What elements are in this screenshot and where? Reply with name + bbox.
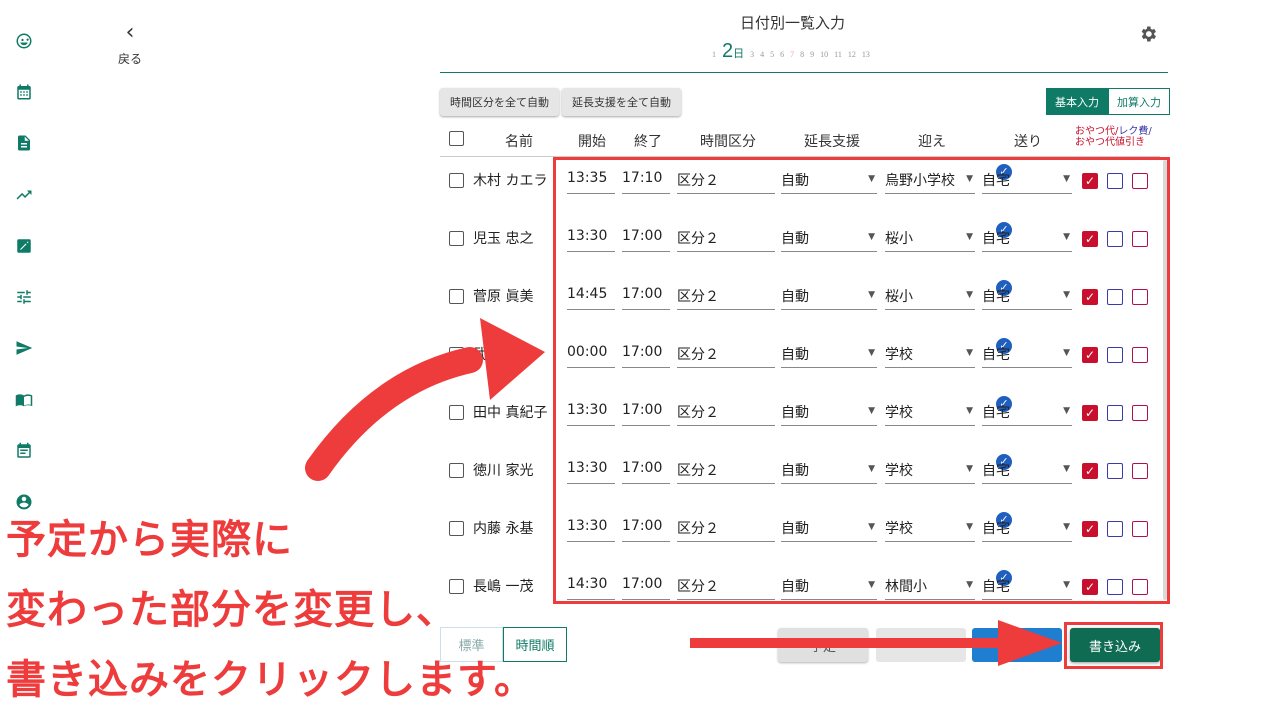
trending-icon[interactable] — [14, 185, 34, 205]
day-item[interactable]: 13 — [862, 50, 870, 59]
tab-basic-input[interactable]: 基本入力 — [1046, 88, 1108, 115]
row-checkbox[interactable] — [449, 405, 464, 420]
document-icon[interactable] — [14, 133, 34, 153]
highlight-edit-area — [553, 157, 1170, 604]
tab-additional-input[interactable]: 加算入力 — [1108, 88, 1170, 115]
chevron-left-icon: ‹ — [125, 20, 135, 45]
day-item[interactable]: 5 — [770, 50, 774, 59]
column-extension: 延長支援 — [804, 134, 860, 150]
row-checkbox[interactable] — [449, 173, 464, 188]
page-title: 日付別一覧入力 — [740, 14, 846, 32]
day-item[interactable]: 8 — [800, 50, 804, 59]
day-item[interactable]: 12 — [848, 50, 856, 59]
row-checkbox[interactable] — [449, 231, 464, 246]
book-icon[interactable] — [14, 390, 34, 410]
account-icon[interactable] — [14, 492, 34, 512]
day-item[interactable]: 1 — [712, 50, 716, 59]
blue-action-button[interactable] — [972, 628, 1062, 662]
current-day[interactable]: 2日 — [722, 40, 744, 63]
day-item[interactable]: 11 — [834, 50, 842, 59]
day-item[interactable]: 10 — [820, 50, 828, 59]
calendar-icon[interactable] — [14, 82, 34, 102]
column-pickup: 迎え — [918, 134, 946, 150]
plan-button[interactable]: 予定 — [778, 628, 868, 662]
annotation-line-1: 予定から実際に — [6, 517, 293, 563]
input-mode-tabs: 基本入力 加算入力 — [1046, 88, 1170, 115]
child-name: 武田 義 — [473, 347, 520, 363]
child-name: 長嶋 一茂 — [473, 579, 534, 595]
day-item[interactable]: 9 — [810, 50, 814, 59]
child-name: 菅原 眞美 — [473, 289, 534, 305]
row-checkbox[interactable] — [449, 347, 464, 362]
smile-icon[interactable] — [14, 31, 34, 51]
day-item[interactable]: 4 — [760, 50, 764, 59]
select-all-checkbox[interactable] — [449, 131, 464, 146]
back-button[interactable]: ‹ 戻る — [110, 22, 150, 67]
event-note-icon[interactable] — [14, 441, 34, 461]
child-name: 内藤 永基 — [473, 521, 534, 537]
column-name: 名前 — [505, 134, 533, 150]
header-divider — [440, 72, 1168, 73]
column-kubun: 時間区分 — [700, 134, 756, 150]
day-item[interactable]: 7 — [790, 50, 794, 59]
child-name: 児玉 忠之 — [473, 231, 534, 247]
disabled-button — [876, 628, 966, 662]
day-selector: 1 2日 3 4 5 6 7 8 9 10 11 12 13 — [712, 40, 870, 63]
row-checkbox[interactable] — [449, 521, 464, 536]
column-end: 終了 — [634, 134, 662, 150]
tune-icon[interactable] — [14, 287, 34, 307]
child-name: 徳川 家光 — [473, 463, 534, 479]
highlight-write-button — [1064, 622, 1163, 669]
auto-extension-button[interactable]: 延長支援を全て自動 — [562, 88, 681, 116]
edit-icon[interactable] — [14, 236, 34, 256]
column-start: 開始 — [578, 134, 606, 150]
day-item[interactable]: 3 — [750, 50, 754, 59]
extra-discount-label: おやつ代値引き — [1075, 137, 1145, 148]
day-item[interactable]: 6 — [780, 50, 784, 59]
send-icon[interactable] — [14, 338, 34, 358]
auto-time-button[interactable]: 時間区分を全て自動 — [440, 88, 559, 116]
extra-snack-label: おやつ代/ — [1075, 126, 1119, 137]
column-dropoff: 送り — [1014, 134, 1042, 150]
extra-rec-label: レク費/ — [1118, 126, 1152, 137]
gear-icon[interactable] — [1138, 24, 1158, 44]
back-label: 戻る — [117, 52, 142, 66]
row-checkbox[interactable] — [449, 289, 464, 304]
row-checkbox[interactable] — [449, 463, 464, 478]
annotation-line-3: 書き込みをクリックします。 — [6, 657, 535, 703]
child-name: 木村 カエラ — [473, 173, 548, 189]
child-name: 田中 真紀子 — [473, 405, 548, 421]
annotation-line-2: 変わった部分を変更し、 — [6, 587, 457, 633]
column-extras: おやつ代/レク費/ おやつ代値引き — [1075, 126, 1152, 148]
